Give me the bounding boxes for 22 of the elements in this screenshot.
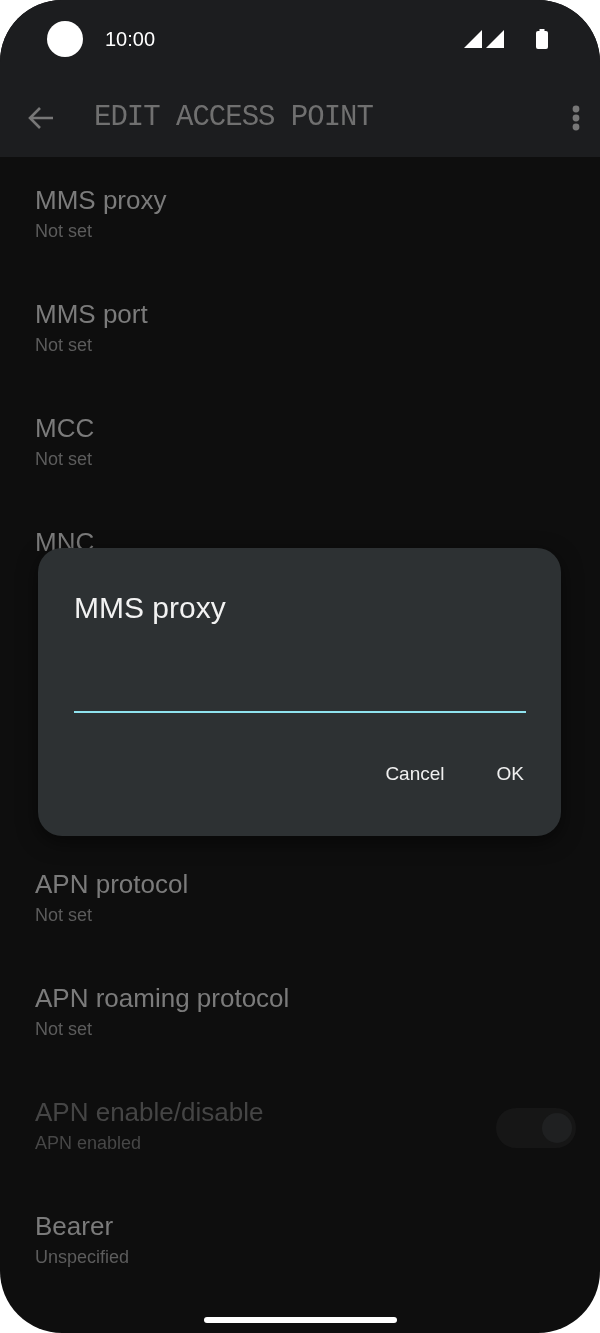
setting-value: Not set bbox=[35, 1018, 94, 1041]
setting-value: Not set bbox=[35, 334, 94, 357]
camera-cutout bbox=[47, 21, 83, 57]
setting-title: APN protocol bbox=[35, 868, 190, 900]
setting-value: Not set bbox=[35, 904, 94, 927]
setting-value: APN enabled bbox=[35, 1132, 143, 1155]
screen-title: EDIT ACCESS POINT bbox=[94, 101, 374, 134]
clock: 10:00 bbox=[105, 27, 157, 51]
more-options-button[interactable] bbox=[572, 104, 580, 131]
setting-title: MMS port bbox=[35, 298, 149, 330]
setting-title: APN roaming protocol bbox=[35, 982, 291, 1014]
battery-icon bbox=[536, 29, 548, 49]
setting-title: MCC bbox=[35, 412, 96, 444]
setting-value: Not set bbox=[35, 220, 94, 243]
dialog-button[interactable]: Cancel bbox=[369, 753, 461, 795]
setting-title: MMS proxy bbox=[35, 184, 168, 216]
setting-title: Bearer bbox=[35, 1210, 115, 1242]
dialog-title: MMS proxy bbox=[74, 590, 227, 626]
dialog-button[interactable]: OK bbox=[480, 753, 540, 795]
setting-value: Not set bbox=[35, 448, 94, 471]
setting-value: Unspecified bbox=[35, 1246, 131, 1269]
back-button[interactable] bbox=[28, 105, 54, 130]
